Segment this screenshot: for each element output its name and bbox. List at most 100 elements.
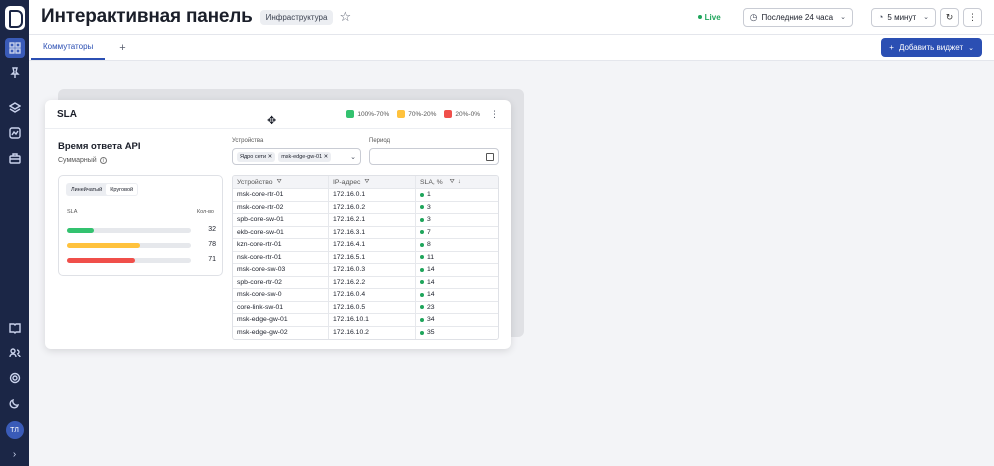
widget-menu-kebab-icon[interactable]: ⋮	[490, 109, 499, 120]
more-menu-button[interactable]: ⋮	[963, 7, 982, 27]
chart-type-pie-tab[interactable]: Круговой	[106, 184, 138, 195]
api-section-title: Время ответа API	[58, 141, 141, 152]
move-cursor-icon[interactable]: ✥	[267, 114, 276, 127]
info-icon[interactable]: i	[99, 157, 107, 164]
bar-fill	[67, 228, 95, 233]
filter-icon[interactable]: ⛛	[450, 179, 455, 186]
column-header-device[interactable]: Устройство	[237, 179, 273, 186]
sla-value: 8	[427, 241, 431, 249]
devices-label: Устройства	[232, 138, 264, 144]
devices-select[interactable]: Ядро сети ✕ msk-edge-gw-01 ✕ ⌄	[232, 148, 361, 165]
sla-value: 3	[427, 203, 431, 211]
table-row[interactable]: ekb-core-sw-01 172.16.3.1 7	[233, 226, 498, 239]
table-row[interactable]: core-link-sw-01 172.16.0.5 23	[233, 301, 498, 314]
theme-moon-icon[interactable]	[5, 393, 25, 413]
sla-value: 1	[427, 191, 431, 199]
live-indicator: Live	[697, 13, 721, 22]
sla-value: 14	[427, 291, 435, 299]
top-header: Интерактивная панель Инфраструктура ☆ Li…	[29, 0, 994, 35]
pin-icon[interactable]	[5, 63, 25, 83]
table-row[interactable]: msk-core-sw-0 172.16.0.4 14	[233, 289, 498, 302]
app-logo[interactable]	[4, 6, 25, 30]
sla-value: 23	[427, 303, 435, 311]
add-tab-icon[interactable]: +	[105, 35, 139, 60]
sla-widget[interactable]: SLA 100%-70% 70%-20% 20%-0% ⋮ ✥ Время от…	[45, 100, 511, 349]
sla-column-label: SLA	[67, 209, 78, 215]
sla-bar-row: 71	[67, 256, 216, 264]
favorite-star-icon[interactable]: ☆	[339, 9, 351, 25]
dashboards-icon[interactable]	[4, 38, 25, 58]
legend-swatch-green	[346, 110, 355, 118]
status-dot-icon	[420, 242, 424, 247]
filter-icon[interactable]: ⛛	[277, 179, 282, 186]
sla-cell: 7	[416, 227, 498, 239]
docs-icon[interactable]	[5, 318, 25, 338]
ip-cell: 172.16.5.1	[329, 251, 416, 263]
sla-legend: 100%-70% 70%-20% 20%-0%	[346, 110, 480, 118]
column-header-sla[interactable]: SLA, %	[420, 179, 443, 186]
device-chip[interactable]: msk-edge-gw-01 ✕	[278, 151, 332, 162]
layers-icon[interactable]	[5, 98, 25, 118]
dashboard-tabs: Коммутаторы + + Добавить виджет ⌄	[29, 35, 994, 61]
device-cell: ekb-core-sw-01	[233, 226, 329, 238]
table-row[interactable]: spb-core-rtr-02 172.16.2.2 14	[233, 276, 498, 289]
table-row[interactable]: spb-core-sw-01 172.16.2.1 3	[233, 214, 498, 227]
ip-cell: 172.16.0.4	[329, 289, 416, 301]
summary-label-row: Суммарный i	[58, 157, 107, 164]
users-icon[interactable]	[5, 343, 25, 363]
refresh-icon: ↻	[945, 11, 954, 22]
kebab-icon: ⋮	[968, 11, 977, 22]
device-chip[interactable]: Ядро сети ✕	[237, 151, 276, 162]
sla-value: 35	[427, 329, 435, 337]
refresh-button[interactable]: ↻	[940, 7, 959, 27]
sla-cell: 11	[416, 252, 498, 264]
status-dot-icon	[420, 292, 424, 297]
device-cell: msk-edge-gw-02	[233, 326, 329, 339]
table-row[interactable]: msk-core-rtr-02 172.16.0.2 3	[233, 201, 498, 214]
status-dot-icon	[420, 305, 424, 310]
time-range-select[interactable]: ◷ Последние 24 часа ⌄	[742, 7, 853, 27]
chart-type-linear-tab[interactable]: Линейчатый	[67, 184, 106, 195]
period-label: Период	[369, 138, 391, 144]
table-row[interactable]: msk-core-rtr-01 172.16.0.1 1	[233, 189, 498, 202]
tab-commutators[interactable]: Коммутаторы	[31, 35, 106, 60]
ip-cell: 172.16.2.2	[329, 276, 416, 288]
category-tag[interactable]: Инфраструктура	[259, 9, 334, 25]
sla-value: 14	[427, 278, 435, 286]
table-row[interactable]: nsk-core-rtr-01 172.16.5.1 11	[233, 251, 498, 264]
ip-cell: 172.16.3.1	[329, 226, 416, 238]
chevron-down-icon: ⌄	[923, 14, 929, 21]
device-cell: nsk-core-rtr-01	[233, 251, 329, 263]
status-dot-icon	[420, 255, 424, 260]
calendar-icon[interactable]	[486, 152, 494, 161]
table-row[interactable]: msk-core-sw-03 172.16.0.3 14	[233, 264, 498, 277]
live-dot-icon	[697, 15, 702, 19]
table-row[interactable]: kzn-core-rtr-01 172.16.4.1 8	[233, 239, 498, 252]
sla-cell: 35	[416, 327, 498, 340]
sla-cell: 3	[416, 214, 498, 226]
widget-title: SLA	[57, 108, 77, 120]
status-dot-icon	[420, 192, 424, 197]
sort-desc-icon[interactable]: ↓	[458, 179, 461, 185]
status-dot-icon	[420, 230, 424, 235]
user-avatar[interactable]: ТЛ	[5, 421, 24, 439]
briefcase-icon[interactable]	[5, 148, 25, 168]
table-row[interactable]: msk-edge-gw-02 172.16.10.2 35	[233, 326, 498, 340]
add-widget-button[interactable]: + Добавить виджет ⌄	[881, 38, 982, 57]
column-header-ip[interactable]: IP-адрес	[333, 179, 360, 186]
device-cell: core-link-sw-01	[233, 301, 329, 313]
status-dot-icon	[420, 317, 424, 322]
period-date-input[interactable]	[369, 148, 499, 165]
bar-value: 78	[208, 241, 216, 248]
table-row[interactable]: msk-edge-gw-01 172.16.10.1 34	[233, 314, 498, 327]
expand-sidebar-icon[interactable]: ›	[13, 449, 16, 460]
metrics-icon[interactable]	[5, 123, 25, 143]
filter-icon[interactable]: ⛛	[364, 179, 369, 186]
device-cell: kzn-core-rtr-01	[233, 239, 329, 251]
chevron-down-icon: ⌄	[840, 14, 846, 21]
sla-cell: 8	[416, 239, 498, 251]
count-column-label: Кол-во	[196, 209, 214, 215]
refresh-interval-select[interactable]: ◔ 5 минут ⌄	[870, 7, 936, 27]
timer-icon: ◔	[877, 12, 884, 22]
settings-icon[interactable]	[5, 368, 25, 388]
